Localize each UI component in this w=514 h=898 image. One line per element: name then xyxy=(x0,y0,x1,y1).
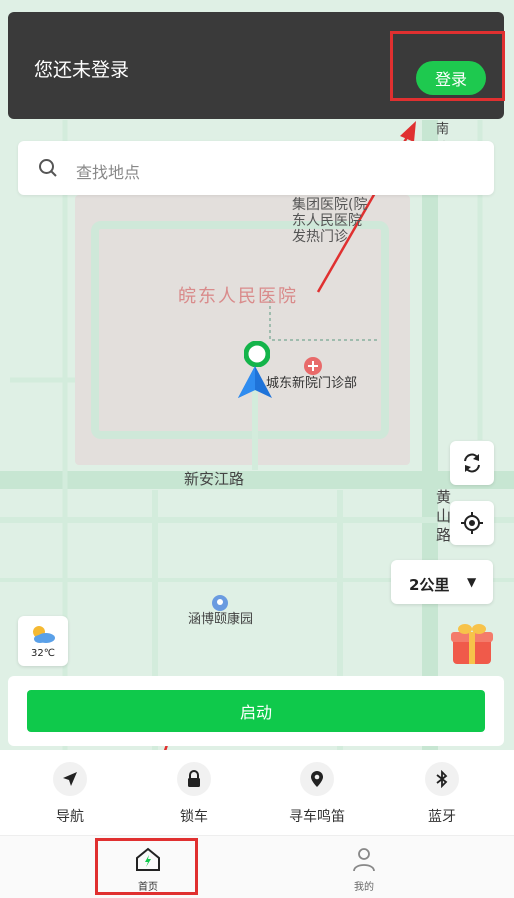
action-find-car[interactable]: 寻车鸣笛 xyxy=(277,762,357,826)
annotation-box-login xyxy=(390,31,505,101)
action-navigate[interactable]: 导航 xyxy=(30,762,110,826)
road-label-xinanjiang: 新安江路 xyxy=(184,470,245,488)
user-icon xyxy=(353,848,375,872)
tab-profile[interactable]: 我的 xyxy=(334,846,394,893)
distance-value: 2公里 xyxy=(409,576,450,594)
partly-cloudy-icon xyxy=(33,626,55,643)
start-panel: 启动 xyxy=(8,676,504,746)
park-marker-icon[interactable] xyxy=(211,594,229,612)
current-location-arrow-icon xyxy=(238,366,272,398)
start-button[interactable]: 启动 xyxy=(27,690,485,732)
bluetooth-icon xyxy=(425,762,459,796)
bottom-tab-bar: 首页 我的 xyxy=(0,835,514,898)
refresh-icon xyxy=(464,453,480,473)
action-label: 锁车 xyxy=(180,809,208,825)
lock-icon xyxy=(177,762,211,796)
not-logged-in-text: 您还未登录 xyxy=(34,59,130,81)
locate-me-button[interactable] xyxy=(450,501,494,545)
action-label: 蓝牙 xyxy=(428,809,456,825)
crosshair-icon xyxy=(461,512,483,534)
search-icon xyxy=(39,159,57,177)
search-bar[interactable]: 查找地点 xyxy=(18,141,494,195)
weather-widget[interactable]: 32℃ xyxy=(18,616,68,666)
annotation-box-home xyxy=(95,838,198,895)
action-label: 寻车鸣笛 xyxy=(289,809,345,825)
quick-actions: 导航 锁车 寻车鸣笛 蓝牙 xyxy=(0,750,514,835)
navigation-arrow-icon xyxy=(53,762,87,796)
tab-label: 我的 xyxy=(354,882,374,893)
action-lock[interactable]: 锁车 xyxy=(154,762,234,826)
caret-down-icon: ▼ xyxy=(467,575,477,589)
action-bluetooth[interactable]: 蓝牙 xyxy=(402,762,482,826)
hospital-marker-icon[interactable] xyxy=(303,356,323,376)
poi-hospital-fever-clinic: 集团医院(院 东人民医院 发热门诊 xyxy=(292,197,368,245)
action-label: 导航 xyxy=(56,809,84,825)
poi-outpatient-clinic: 城东新院门诊部 xyxy=(266,376,358,391)
temperature-label: 32℃ xyxy=(31,648,55,659)
search-placeholder: 查找地点 xyxy=(76,163,141,182)
refresh-button[interactable] xyxy=(450,441,494,485)
location-pin-icon xyxy=(300,762,334,796)
poi-park-label: 涵博颐康园 xyxy=(188,612,254,627)
hospital-name-label: 皖东人民医院 xyxy=(178,286,298,307)
distance-dropdown[interactable]: 2公里 ▼ xyxy=(391,560,493,604)
gift-icon[interactable] xyxy=(449,620,495,666)
